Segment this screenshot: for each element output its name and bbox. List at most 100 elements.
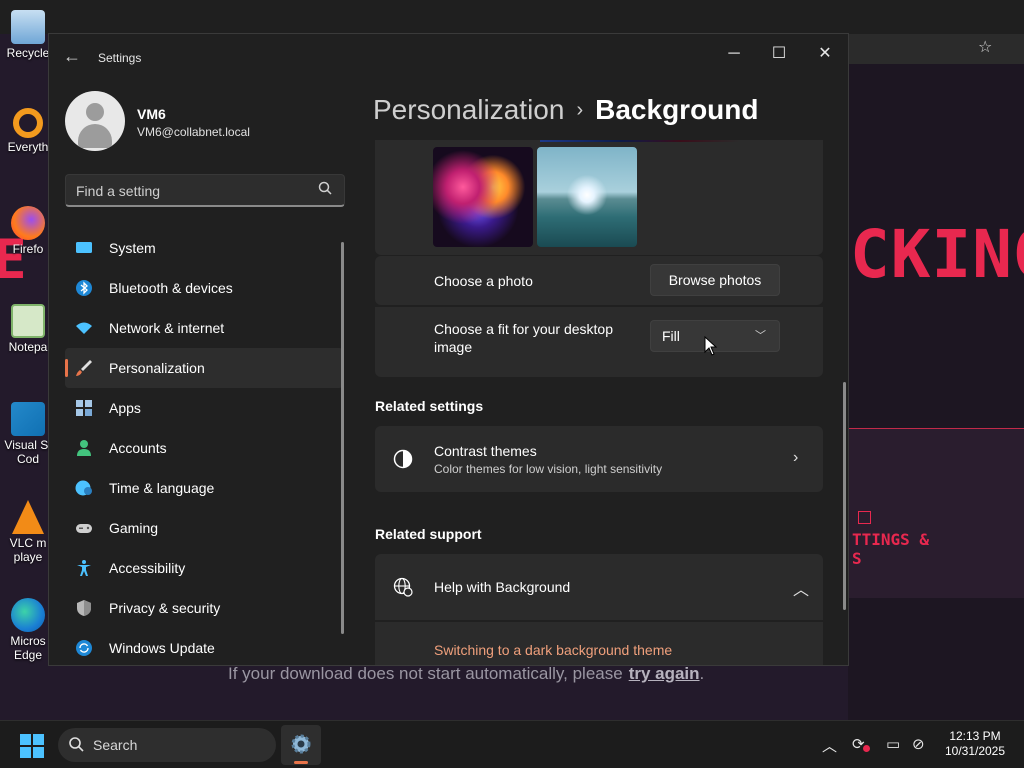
mouse-cursor-icon: [704, 336, 718, 356]
contrast-themes-title: Contrast themes: [434, 443, 537, 459]
chevron-down-icon: ﹀: [755, 330, 766, 342]
bookmark-star-icon[interactable]: ☆: [978, 38, 992, 58]
sidebar-item-gaming[interactable]: Gaming: [65, 508, 343, 548]
avatar-body: [78, 124, 112, 148]
sidebar-item-system[interactable]: System: [65, 228, 343, 268]
desktop-icon-label: Recycle: [6, 46, 50, 60]
edge-icon: [11, 598, 45, 632]
profile-email: VM6@collabnet.local: [137, 125, 250, 139]
globe-help-icon: [393, 577, 413, 597]
sidebar-item-label: Gaming: [109, 520, 159, 536]
minimize-button[interactable]: ─: [711, 39, 757, 69]
clock-time: 12:13 PM: [949, 729, 1001, 743]
sidebar-item-windows-update[interactable]: Windows Update: [65, 628, 343, 665]
sidebar-item-label: Bluetooth & devices: [109, 280, 233, 296]
person-icon: [77, 440, 91, 456]
sidebar-item-label: Accessibility: [109, 560, 186, 576]
web-checkbox-icon: [858, 511, 871, 524]
title-bar[interactable]: ← Settings ─ ☐ ✕: [49, 34, 848, 78]
taskbar: Search ︿ ⟳ ▭ ⊘ 12:13 PM 10/31/2025: [0, 720, 1024, 768]
contrast-themes-card[interactable]: Contrast themes Color themes for low vis…: [375, 426, 823, 492]
system-clock[interactable]: 12:13 PM 10/31/2025: [940, 729, 1010, 759]
choose-photo-label: Choose a photo: [434, 273, 533, 289]
sidebar-item-apps[interactable]: Apps: [65, 388, 343, 428]
sidebar-item-personalization[interactable]: Personalization: [65, 348, 343, 388]
web-page-background: [848, 64, 1024, 720]
main-content: Choose a photo Browse photos Choose a fi…: [375, 140, 823, 665]
monitor-icon: [76, 242, 92, 253]
help-background-card[interactable]: Help with Background ︿: [375, 554, 823, 620]
sidebar-scrollbar[interactable]: [341, 242, 344, 634]
fit-row: Choose a fit for your desktop image Fill…: [375, 307, 823, 377]
profile-name: VM6: [137, 106, 166, 122]
bluetooth-icon: [76, 280, 92, 296]
windows-start-icon[interactable]: [20, 734, 44, 758]
notepad-icon: [11, 304, 45, 338]
dark-theme-help-link[interactable]: Switching to a dark background theme: [434, 642, 672, 658]
wallpaper-thumbnail-bloom[interactable]: [433, 147, 533, 247]
sidebar-item-bluetooth[interactable]: Bluetooth & devices: [65, 268, 343, 308]
choose-photo-row: Choose a photo Browse photos: [375, 256, 823, 305]
desktop-icon-label: VLC m playe: [9, 536, 47, 564]
back-arrow-icon[interactable]: ←: [63, 46, 83, 66]
desktop-icon-notepad[interactable]: Notepa: [4, 304, 52, 354]
taskbar-search[interactable]: Search: [58, 728, 276, 762]
sidebar-item-label: Personalization: [109, 360, 205, 376]
sidebar-item-network[interactable]: Network & internet: [65, 308, 343, 348]
contrast-icon: [393, 449, 413, 469]
wallpaper-thumbnail-lake[interactable]: [537, 147, 637, 247]
fit-label: Choose a fit for your desktop image: [434, 321, 613, 355]
sidebar-item-accounts[interactable]: Accounts: [65, 428, 343, 468]
desktop-icon-vlc[interactable]: VLC m playe: [4, 500, 52, 564]
paintbrush-icon: [76, 360, 92, 376]
app-title: Settings: [98, 51, 142, 65]
display-icon[interactable]: ▭: [886, 735, 900, 753]
search-icon[interactable]: [318, 181, 332, 198]
try-again-link[interactable]: try again: [629, 664, 700, 683]
avatar[interactable]: [65, 91, 125, 151]
chevron-up-tray-icon[interactable]: ︿: [822, 735, 837, 756]
desktop-icon-vscode[interactable]: Visual St Cod: [4, 402, 52, 466]
desktop-icon-edge[interactable]: Micros Edge: [4, 598, 52, 662]
related-settings-heading: Related settings: [375, 398, 484, 414]
close-button[interactable]: ✕: [802, 39, 848, 69]
sidebar-item-label: Network & internet: [109, 320, 225, 336]
sidebar-item-label: Privacy & security: [109, 600, 221, 616]
settings-window: ← Settings ─ ☐ ✕ VM6 VM6@collabnet.local…: [48, 33, 849, 666]
vlc-cone-icon: [12, 500, 44, 534]
sidebar-item-accessibility[interactable]: Accessibility: [65, 548, 343, 588]
related-support-heading: Related support: [375, 526, 482, 542]
page-title: Background: [595, 94, 759, 125]
clock-date: 10/31/2025: [944, 744, 1006, 758]
avatar-head: [86, 103, 104, 121]
gamepad-icon: [76, 524, 92, 533]
desktop-icon-everything[interactable]: Everyth: [4, 108, 52, 154]
chevron-right-icon: ›: [793, 449, 799, 466]
partial-thumbnail-row: [540, 140, 740, 142]
desktop-icon-firefox[interactable]: Firefo: [4, 206, 52, 256]
content-scrollbar[interactable]: [843, 382, 846, 610]
help-background-expanded: Switching to a dark background theme: [375, 622, 823, 665]
search-input[interactable]: [76, 181, 306, 201]
desktop-icon-label: Micros Edge: [10, 634, 46, 662]
breadcrumb: Personalization › Background: [373, 92, 758, 131]
browse-photos-button[interactable]: Browse photos: [650, 264, 780, 296]
taskbar-search-label: Search: [93, 737, 138, 753]
gear-icon: [291, 734, 311, 754]
sidebar-item-privacy[interactable]: Privacy & security: [65, 588, 343, 628]
web-page-band: [848, 428, 1024, 598]
desktop-icon-label: Firefo: [12, 242, 44, 256]
network-disconnected-icon[interactable]: ⊘: [912, 735, 925, 753]
sidebar-item-label: Windows Update: [109, 640, 215, 656]
settings-search[interactable]: [65, 174, 345, 207]
web-hero-text: CKING: [850, 216, 1024, 293]
search-icon: [68, 736, 84, 757]
maximize-button[interactable]: ☐: [756, 39, 802, 69]
breadcrumb-parent[interactable]: Personalization: [373, 94, 564, 125]
sidebar-item-time-language[interactable]: Time & language: [65, 468, 343, 508]
chevron-up-icon[interactable]: ︿: [793, 576, 809, 600]
browser-address-bar: [848, 34, 1024, 64]
browser-tab-strip: +: [0, 0, 1024, 34]
desktop-icon-recycle-bin[interactable]: Recycle: [4, 10, 52, 60]
taskbar-settings-app[interactable]: [281, 725, 321, 765]
